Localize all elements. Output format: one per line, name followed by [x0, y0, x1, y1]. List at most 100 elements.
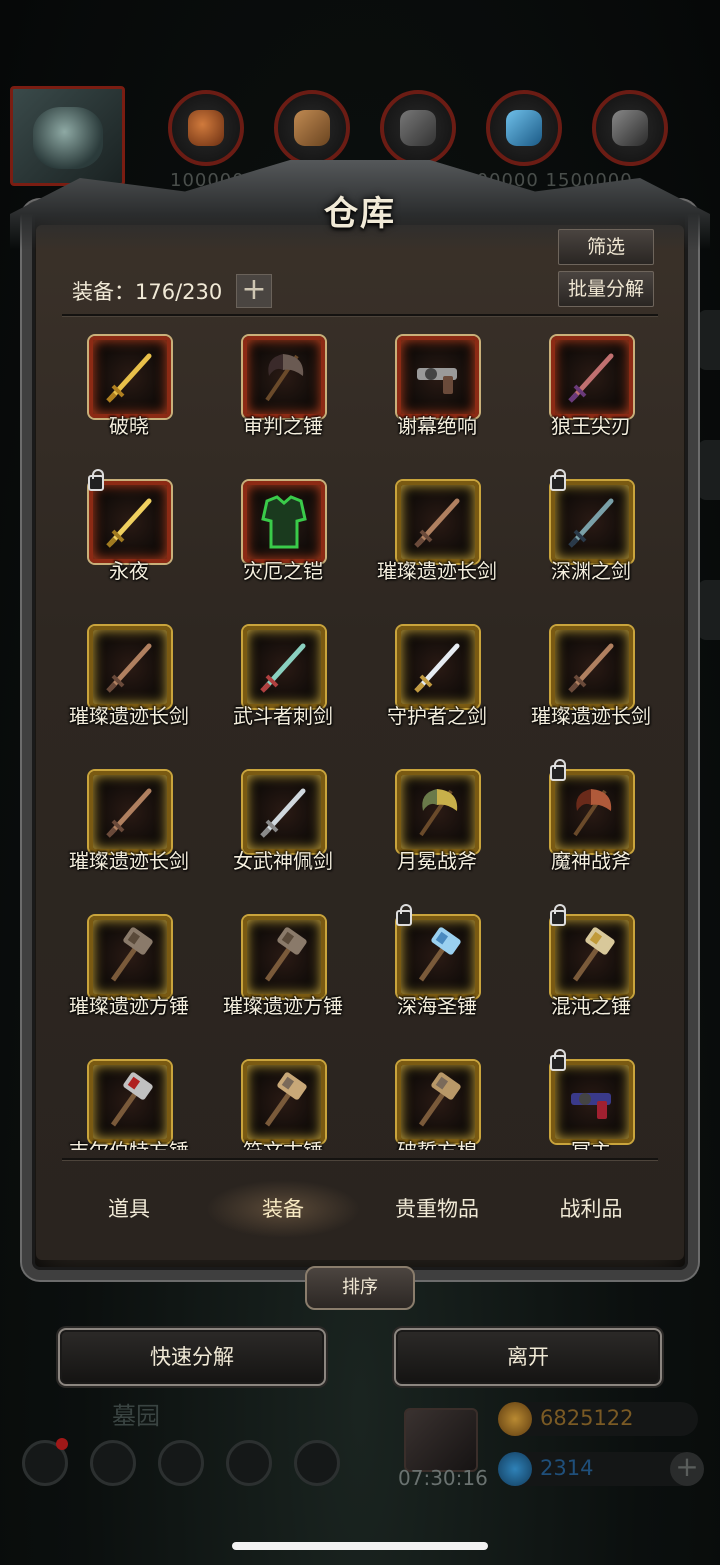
- item-frame[interactable]: [243, 771, 325, 853]
- item-slot[interactable]: 破誓方棉: [360, 1055, 514, 1150]
- item-frame[interactable]: [397, 626, 479, 708]
- item-frame[interactable]: [89, 481, 171, 563]
- tab-equipment[interactable]: 装备: [206, 1180, 360, 1238]
- item-slot[interactable]: 深渊之剑: [514, 469, 668, 620]
- item-name: 魔神战斧: [551, 849, 631, 873]
- item-slot[interactable]: 武斗者刺剑: [206, 620, 360, 765]
- item-slot[interactable]: 魔神战斧: [514, 759, 668, 910]
- item-name: 璀璨遗迹长剑: [69, 849, 189, 873]
- item-slot[interactable]: 璀璨遗迹方锤: [52, 910, 206, 1055]
- green-armor-icon: [261, 495, 307, 549]
- player-portrait[interactable]: [10, 86, 125, 186]
- item-name: 混沌之锤: [551, 994, 631, 1018]
- item-name: 深渊之剑: [551, 559, 631, 583]
- add-gems-button[interactable]: +: [670, 1452, 704, 1486]
- item-frame[interactable]: [89, 771, 171, 853]
- item-frame[interactable]: [551, 771, 633, 853]
- bag-icon[interactable]: [158, 1440, 204, 1486]
- item-name: 璀璨遗迹方锤: [223, 994, 343, 1018]
- item-slot[interactable]: 审判之锤: [206, 330, 360, 475]
- mail-icon[interactable]: [226, 1440, 272, 1486]
- item-slot[interactable]: 璀璨遗迹长剑: [514, 620, 668, 765]
- item-name: 冥主: [514, 1135, 668, 1150]
- build-icon[interactable]: [294, 1440, 340, 1486]
- item-frame[interactable]: [551, 916, 633, 998]
- item-name: 审判之锤: [243, 414, 323, 438]
- tab-loot[interactable]: 战利品: [514, 1180, 668, 1238]
- abyss-sword-icon: [568, 498, 614, 548]
- tab-valuables[interactable]: 贵重物品: [360, 1180, 514, 1238]
- item-name: 谢幕绝响: [397, 414, 477, 438]
- item-slot[interactable]: 灾厄之铠: [206, 475, 360, 620]
- item-slot[interactable]: 谢幕绝响: [360, 330, 514, 475]
- item-name: 璀璨遗迹长剑: [69, 704, 189, 728]
- tab-items[interactable]: 道具: [52, 1180, 206, 1238]
- category-tabs: 道具 装备 贵重物品 战利品: [52, 1180, 668, 1238]
- filter-button[interactable]: 筛选: [558, 229, 654, 265]
- item-frame[interactable]: [551, 1061, 633, 1143]
- item-frame[interactable]: [243, 481, 325, 563]
- sort-button[interactable]: 排序: [305, 1266, 415, 1310]
- dialog-title: 仓库: [324, 194, 396, 234]
- item-frame[interactable]: [397, 771, 479, 853]
- item-frame[interactable]: [551, 336, 633, 418]
- notification-dot: [56, 1438, 68, 1450]
- divider: [62, 314, 658, 316]
- item-slot[interactable]: 璀璨遗迹长剑: [52, 765, 206, 910]
- item-slot[interactable]: 守护者之剑: [360, 620, 514, 765]
- quick-decompose-button[interactable]: 快速分解: [58, 1328, 326, 1386]
- gold-amount: 6825122: [540, 1406, 634, 1430]
- oath-hammer-icon: [418, 1072, 461, 1127]
- item-slot[interactable]: 深海圣锤: [360, 904, 514, 1055]
- side-tab: [698, 580, 720, 640]
- item-slot[interactable]: 月冕战斧: [360, 765, 514, 910]
- item-frame[interactable]: [397, 336, 479, 418]
- demon-axe-icon: [573, 789, 612, 837]
- item-slot[interactable]: 永夜: [52, 469, 206, 620]
- leave-button[interactable]: 离开: [394, 1328, 662, 1386]
- add-capacity-button[interactable]: +: [236, 274, 272, 308]
- item-frame[interactable]: [397, 916, 479, 998]
- batch-decompose-button[interactable]: 批量分解: [558, 271, 654, 307]
- item-name: 璀璨遗迹方锤: [69, 994, 189, 1018]
- item-slot[interactable]: 破晓: [52, 330, 206, 475]
- item-frame[interactable]: [397, 1061, 479, 1143]
- skill-icon[interactable]: [90, 1440, 136, 1486]
- item-name: 狼王尖刃: [551, 414, 631, 438]
- square-hammer-icon: [264, 927, 307, 982]
- lock-icon: [550, 1049, 566, 1071]
- treasure-chest-icon[interactable]: [404, 1408, 478, 1472]
- item-frame[interactable]: [243, 916, 325, 998]
- item-frame[interactable]: [397, 481, 479, 563]
- dark-axe-icon: [265, 354, 304, 402]
- item-frame[interactable]: [89, 626, 171, 708]
- item-frame[interactable]: [243, 1061, 325, 1143]
- item-name: 女武神佩剑: [233, 849, 333, 873]
- item-name: 璀璨遗迹长剑: [531, 704, 651, 728]
- item-frame[interactable]: [551, 481, 633, 563]
- item-slot[interactable]: 符文古锤: [206, 1055, 360, 1150]
- item-slot[interactable]: 璀璨遗迹方锤: [206, 910, 360, 1055]
- item-slot[interactable]: 狼王尖刃: [514, 330, 668, 475]
- lock-icon: [88, 469, 104, 491]
- item-name: 璀璨遗迹长剑: [377, 559, 497, 583]
- item-name: 武斗者刺剑: [233, 704, 333, 728]
- item-frame[interactable]: [243, 626, 325, 708]
- golden-dagger-icon: [106, 498, 152, 548]
- item-frame[interactable]: [89, 336, 171, 418]
- item-slot[interactable]: 混沌之锤: [514, 904, 668, 1055]
- item-frame[interactable]: [89, 1061, 171, 1143]
- item-slot[interactable]: 女武神佩剑: [206, 765, 360, 910]
- item-slot[interactable]: 冥主: [514, 1049, 668, 1150]
- item-slot[interactable]: 璀璨遗迹长剑: [52, 620, 206, 765]
- item-slot[interactable]: 吉尔伯特方锤: [52, 1055, 206, 1150]
- item-name: 破誓方棉: [360, 1135, 514, 1150]
- side-tab: [698, 440, 720, 500]
- lock-icon: [550, 904, 566, 926]
- location-label: 墓园: [112, 1402, 160, 1430]
- item-frame[interactable]: [243, 336, 325, 418]
- item-slot[interactable]: 璀璨遗迹长剑: [360, 475, 514, 620]
- item-frame[interactable]: [551, 626, 633, 708]
- item-frame[interactable]: [89, 916, 171, 998]
- divider: [62, 1158, 658, 1160]
